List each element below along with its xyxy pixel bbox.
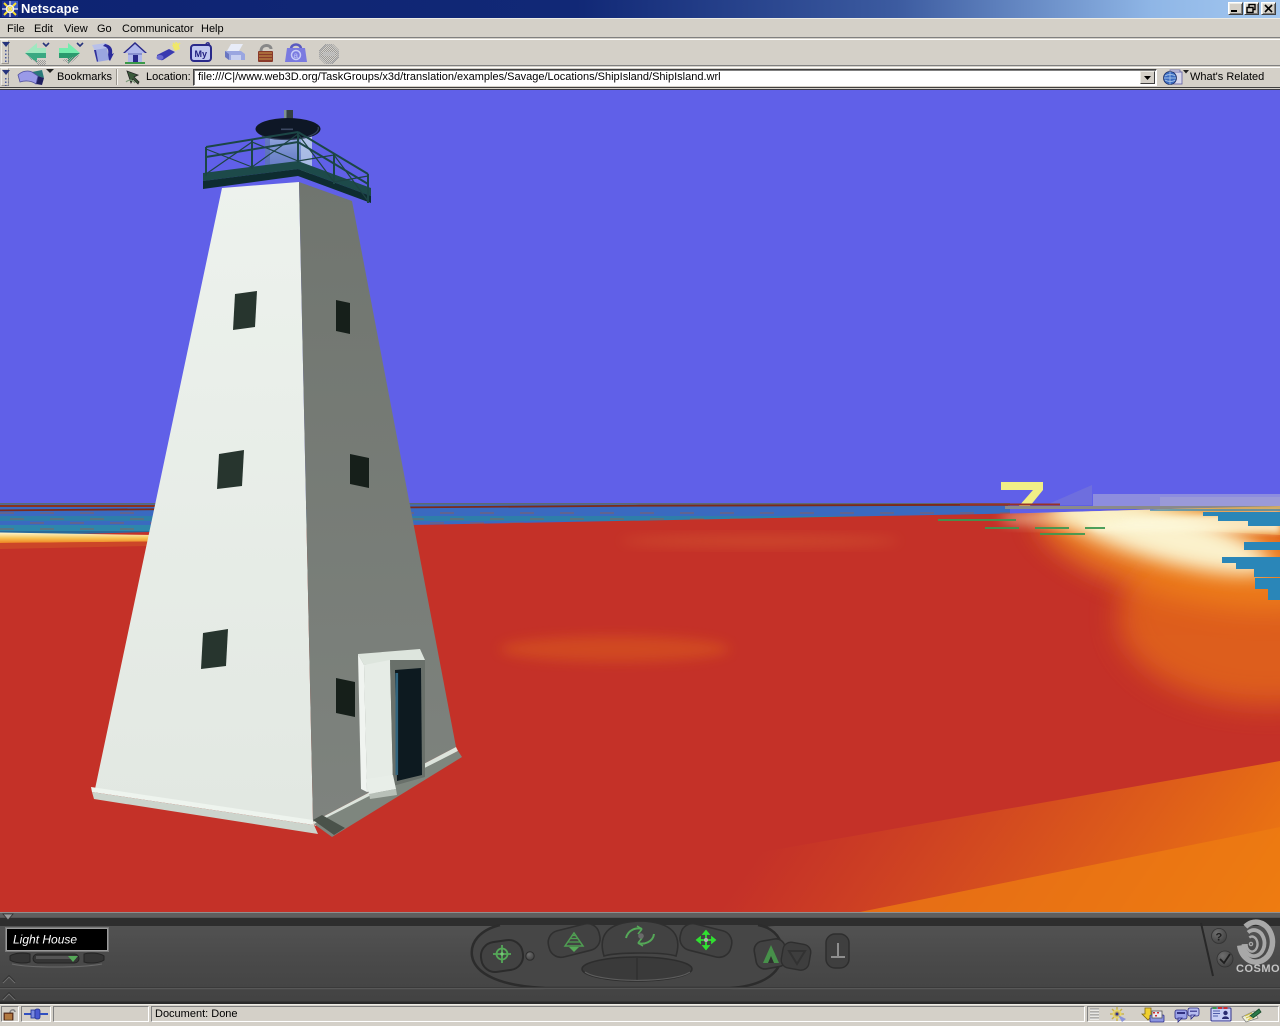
svg-text:Light House: Light House [13, 933, 77, 947]
svg-text:a: a [294, 51, 299, 60]
svg-text:COSMO: COSMO [1236, 963, 1280, 975]
svg-text:?: ? [1216, 932, 1223, 944]
svg-text:My: My [195, 49, 208, 59]
